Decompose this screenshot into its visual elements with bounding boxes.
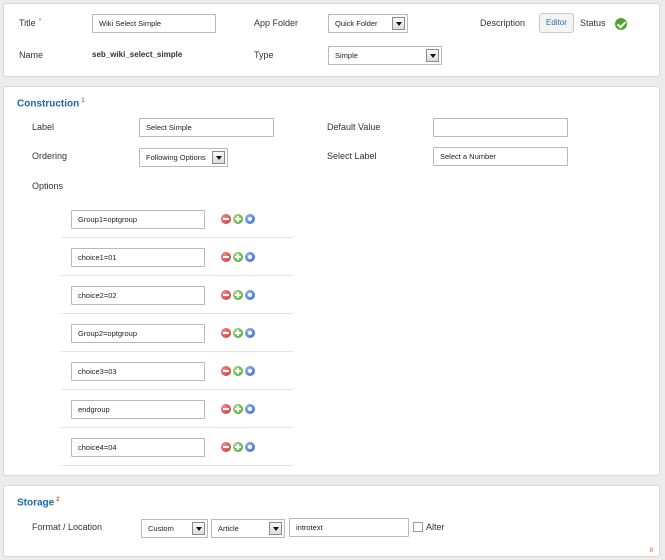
editor-button[interactable]: Editor — [539, 13, 574, 33]
move-icon[interactable] — [245, 214, 255, 224]
add-icon[interactable] — [233, 442, 243, 452]
app-folder-select[interactable]: Quick Folder — [328, 14, 408, 33]
chevron-down-icon — [212, 151, 225, 164]
storage-panel: Storage 2 Format / Location Custom Articl… — [3, 485, 660, 557]
title-input[interactable]: Wiki Select Simple — [92, 14, 216, 33]
label-input[interactable]: Select Simple — [139, 118, 274, 137]
ordering-select[interactable]: Following Options — [139, 148, 228, 167]
remove-icon[interactable] — [221, 442, 231, 452]
corner-mark: 8 — [649, 548, 653, 554]
default-value-input[interactable] — [433, 118, 568, 137]
option-row: choice1=01 — [61, 238, 293, 276]
ordering-value: Following Options — [146, 153, 206, 162]
remove-icon[interactable] — [221, 214, 231, 224]
option-input[interactable]: endgroup — [71, 400, 205, 419]
format-location-label: Format / Location — [32, 522, 103, 532]
option-row: choice3=03 — [61, 352, 293, 390]
option-row: Group2=optgroup — [61, 314, 293, 352]
type-select[interactable]: Simple — [328, 46, 442, 65]
options-label: Options — [32, 181, 64, 191]
name-value: seb_wiki_select_simple — [92, 50, 183, 59]
status-label: Status — [580, 18, 606, 28]
option-input[interactable]: Group2=optgroup — [71, 324, 205, 343]
select-label-input[interactable]: Select a Number — [433, 147, 568, 166]
name-label: Name — [19, 50, 44, 60]
chevron-down-icon — [192, 522, 205, 535]
chevron-down-icon — [392, 17, 405, 30]
move-icon[interactable] — [245, 290, 255, 300]
alter-checkbox[interactable] — [413, 522, 423, 532]
location-select[interactable]: Article — [211, 519, 285, 538]
move-icon[interactable] — [245, 442, 255, 452]
remove-icon[interactable] — [221, 290, 231, 300]
select-label-label: Select Label — [327, 151, 377, 161]
storage-title: Storage 2 — [17, 497, 60, 509]
app-folder-value: Quick Folder — [335, 19, 378, 28]
option-input[interactable]: choice3=03 — [71, 362, 205, 381]
add-icon[interactable] — [233, 252, 243, 262]
add-icon[interactable] — [233, 290, 243, 300]
description-label: Description — [480, 18, 526, 28]
construction-title: Construction 1 — [17, 98, 85, 110]
format-value: Custom — [148, 524, 174, 533]
title-label: Title * — [19, 18, 42, 28]
alter-label: Alter — [426, 522, 445, 532]
add-icon[interactable] — [233, 328, 243, 338]
remove-icon[interactable] — [221, 252, 231, 262]
option-input[interactable]: Group1=optgroup — [71, 210, 205, 229]
chevron-down-icon — [426, 49, 439, 62]
label-label: Label — [32, 122, 55, 132]
construction-panel: Construction 1 Label Select Simple Defaul… — [3, 86, 660, 476]
type-value: Simple — [335, 51, 358, 60]
move-icon[interactable] — [245, 366, 255, 376]
type-label: Type — [254, 50, 274, 60]
default-value-label: Default Value — [327, 122, 381, 132]
option-input[interactable]: choice2=02 — [71, 286, 205, 305]
check-circle-icon[interactable] — [615, 18, 627, 30]
option-input[interactable]: choice1=01 — [71, 248, 205, 267]
app-folder-label: App Folder — [254, 18, 299, 28]
remove-icon[interactable] — [221, 366, 231, 376]
general-panel: Title * Wiki Select Simple App Folder Qui… — [3, 3, 660, 77]
remove-icon[interactable] — [221, 328, 231, 338]
option-input[interactable]: choice4=04 — [71, 438, 205, 457]
chevron-down-icon — [269, 522, 282, 535]
option-row: endgroup — [61, 390, 293, 428]
add-icon[interactable] — [233, 404, 243, 414]
move-icon[interactable] — [245, 252, 255, 262]
format-select[interactable]: Custom — [141, 519, 208, 538]
move-icon[interactable] — [245, 328, 255, 338]
move-icon[interactable] — [245, 404, 255, 414]
option-row: Group1=optgroup — [61, 200, 293, 238]
add-icon[interactable] — [233, 214, 243, 224]
ordering-label: Ordering — [32, 151, 68, 161]
remove-icon[interactable] — [221, 404, 231, 414]
location-value: Article — [218, 524, 239, 533]
storage-field-input[interactable]: introtext — [289, 518, 409, 537]
option-row: choice2=02 — [61, 276, 293, 314]
option-row: choice4=04 — [61, 428, 293, 466]
add-icon[interactable] — [233, 366, 243, 376]
